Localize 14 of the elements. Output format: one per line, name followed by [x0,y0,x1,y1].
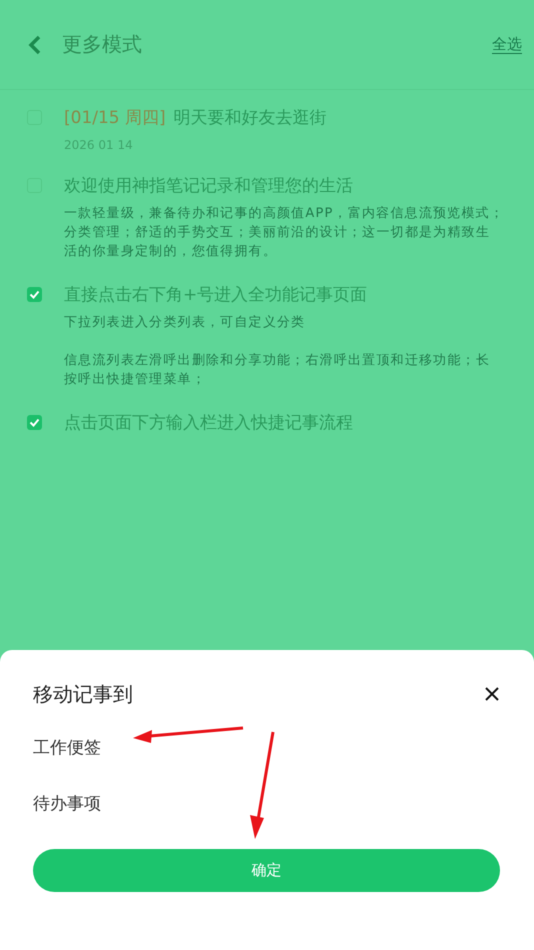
checkbox[interactable] [27,287,42,302]
sheet-title: 移动记事到 [33,680,133,708]
note-text: 信息流列表左滑呼出删除和分享功能；右滑呼出置顶和迁移功能；长按呼出快捷管理菜单； [64,352,491,389]
note-title: [01/15 周四] 明天要和好友去逛街 [64,107,328,130]
category-option[interactable]: 工作便签 [33,738,501,794]
close-icon[interactable] [484,686,500,702]
page-title: 更多模式 [62,31,143,58]
note-title: 欢迎使用神指笔记记录和管理您的生活 [64,175,354,198]
note-text: 下拉列表进入分类列表，可自定义分类 [64,314,306,332]
note-text: 一款轻量级，兼备待办和记事的高颜值APP，富内容信息流预览模式；分类管理；舒适的手势交互；美丽前沿的设计；这一切都是为精致生活的你量身定制的，您值得拥有。 [64,205,504,261]
category-option[interactable]: 待办事项 [33,794,501,850]
checkbox[interactable] [27,415,42,430]
note-title: 直接点击右下角+号进入全功能记事页面 [64,284,368,307]
note-title: 点击页面下方输入栏进入快捷记事流程 [64,412,354,435]
